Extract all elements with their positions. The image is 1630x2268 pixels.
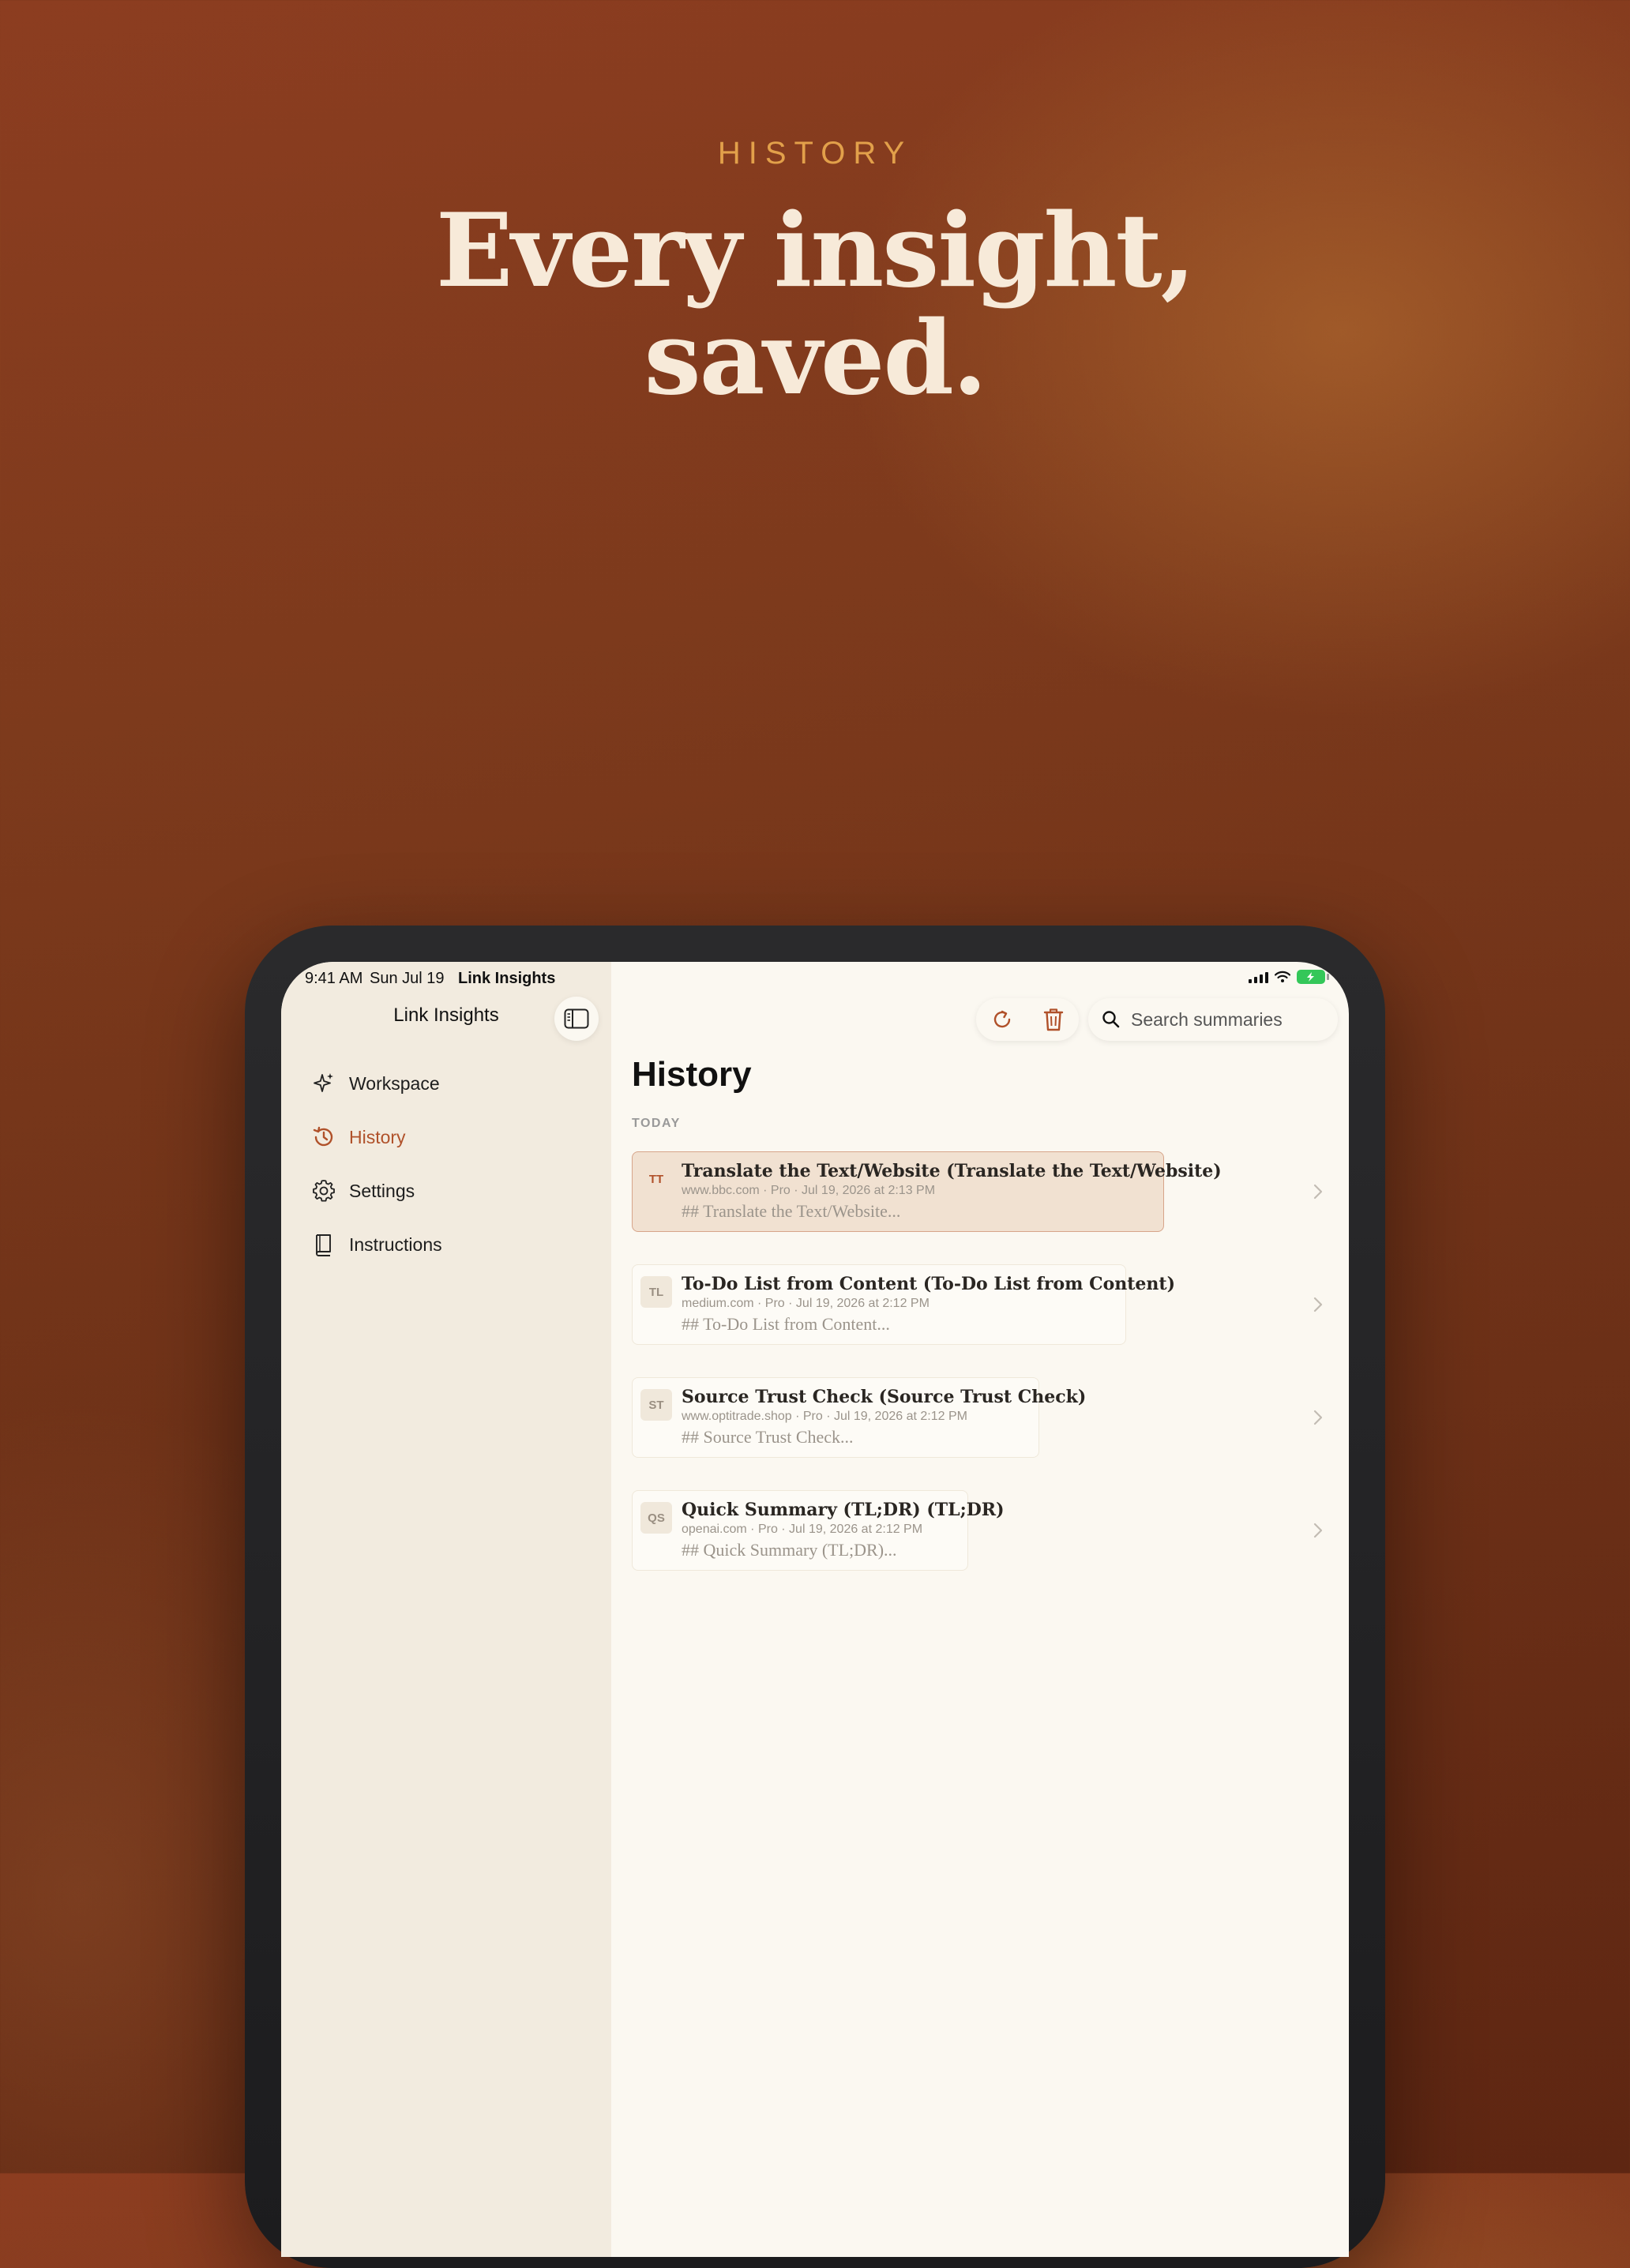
status-app-name: Link Insights bbox=[458, 970, 556, 987]
entry-title: Source Trust Check (Source Trust Check) bbox=[682, 1387, 1087, 1407]
entry-preview: ## To-Do List from Content... bbox=[682, 1314, 890, 1334]
sidebar-item-label: Settings bbox=[349, 1180, 415, 1201]
sidebar-item-history[interactable]: History bbox=[310, 1110, 594, 1164]
headline-line-1: Every insight, bbox=[435, 192, 1196, 310]
history-card[interactable]: TL To-Do List from Content (To-Do List f… bbox=[632, 1264, 1175, 1345]
toolbar-actions bbox=[976, 998, 1079, 1041]
status-time: 9:41 AM bbox=[305, 970, 363, 987]
chevron-right-icon bbox=[1313, 1410, 1323, 1425]
search-field[interactable] bbox=[1088, 998, 1338, 1041]
book-icon bbox=[310, 1230, 338, 1259]
history-card[interactable]: ST Source Trust Check (Source Trust Chec… bbox=[632, 1377, 1087, 1458]
delete-button[interactable] bbox=[1042, 1007, 1065, 1032]
entry-title: To-Do List from Content (To-Do List from… bbox=[682, 1274, 1175, 1294]
history-icon bbox=[310, 1123, 338, 1151]
chevron-right-icon bbox=[1313, 1184, 1323, 1200]
headline-line-2: saved. bbox=[644, 299, 988, 418]
refresh-icon bbox=[993, 1010, 1011, 1028]
entry-meta: openai.com · Pro · Jul 19, 2026 at 2:12 … bbox=[682, 1523, 923, 1536]
history-card[interactable]: QS Quick Summary (TL;DR) (TL;DR) openai.… bbox=[632, 1490, 1005, 1571]
section-label-today: TODAY bbox=[632, 1117, 681, 1130]
chevron-right-icon bbox=[1313, 1297, 1323, 1312]
sidebar-nav: Workspace History Settings Instructions bbox=[310, 1057, 594, 1271]
initials-badge: ST bbox=[640, 1389, 672, 1421]
main-content: History TODAY TT Translate the Text/Webs… bbox=[611, 962, 1349, 2257]
search-icon bbox=[1102, 1011, 1120, 1028]
history-card[interactable]: TT Translate the Text/Website (Translate… bbox=[632, 1151, 1222, 1232]
sidebar-item-instructions[interactable]: Instructions bbox=[310, 1218, 594, 1271]
sidebar-item-label: Workspace bbox=[349, 1072, 440, 1094]
status-date: Sun Jul 19 bbox=[370, 970, 445, 987]
page-title: History bbox=[632, 1055, 752, 1094]
entry-meta: www.optitrade.shop · Pro · Jul 19, 2026 … bbox=[682, 1410, 967, 1423]
entry-preview: ## Quick Summary (TL;DR)... bbox=[682, 1540, 897, 1560]
search-input[interactable] bbox=[1129, 1008, 1322, 1031]
sidebar-item-workspace[interactable]: Workspace bbox=[310, 1057, 594, 1110]
sidebar-item-settings[interactable]: Settings bbox=[310, 1164, 594, 1218]
history-row[interactable]: ST Source Trust Check (Source Trust Chec… bbox=[632, 1377, 1343, 1490]
hero-headline: Every insight, saved. bbox=[0, 197, 1630, 412]
gear-icon bbox=[310, 1177, 338, 1205]
entry-preview: ## Source Trust Check... bbox=[682, 1427, 854, 1447]
entry-preview: ## Translate the Text/Website... bbox=[682, 1201, 901, 1221]
history-row[interactable]: TT Translate the Text/Website (Translate… bbox=[632, 1151, 1343, 1264]
history-row[interactable]: TL To-Do List from Content (To-Do List f… bbox=[632, 1264, 1343, 1377]
chevron-right-icon bbox=[1313, 1523, 1323, 1538]
initials-badge: TT bbox=[648, 1172, 664, 1186]
initials-badge: TL bbox=[640, 1276, 672, 1308]
hero-kicker: HISTORY bbox=[717, 136, 913, 171]
trash-icon bbox=[1043, 1008, 1064, 1031]
initials-badge: QS bbox=[640, 1502, 672, 1534]
entry-meta: www.bbc.com · Pro · Jul 19, 2026 at 2:13… bbox=[682, 1184, 936, 1197]
entry-meta: medium.com · Pro · Jul 19, 2026 at 2:12 … bbox=[682, 1297, 930, 1310]
ipad-screen: Link Insights Workspace History Settings… bbox=[281, 962, 1349, 2257]
sidebar-item-label: History bbox=[349, 1126, 406, 1147]
entry-title: Quick Summary (TL;DR) (TL;DR) bbox=[682, 1500, 1005, 1520]
history-row[interactable]: QS Quick Summary (TL;DR) (TL;DR) openai.… bbox=[632, 1490, 1343, 1603]
refresh-button[interactable] bbox=[990, 1008, 1014, 1031]
sidebar-toggle-icon bbox=[564, 1008, 589, 1029]
sidebar-item-label: Instructions bbox=[349, 1234, 442, 1255]
sparkles-icon bbox=[310, 1069, 338, 1098]
entry-title: Translate the Text/Website (Translate th… bbox=[682, 1161, 1222, 1181]
sidebar-toggle-button[interactable] bbox=[554, 997, 599, 1041]
ipad-frame: Link Insights Workspace History Settings… bbox=[245, 926, 1385, 2268]
sidebar: Link Insights Workspace History Settings… bbox=[281, 962, 611, 2257]
history-list: TT Translate the Text/Website (Translate… bbox=[632, 1151, 1343, 1603]
